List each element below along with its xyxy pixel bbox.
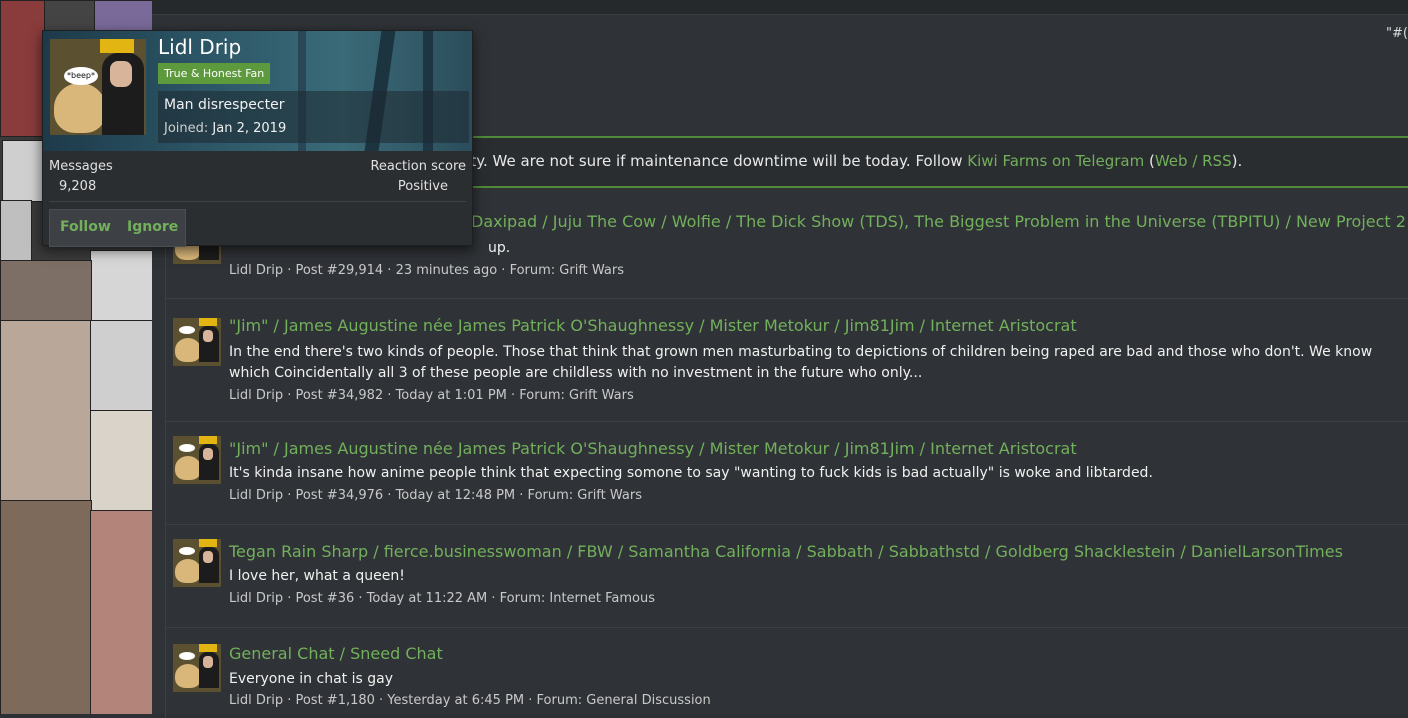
result-title-link[interactable]: "Jim" / James Augustine née James Patric…: [229, 439, 1077, 458]
notice-paren-close: ).: [1231, 152, 1243, 170]
result-meta: Lidl Drip · Post #1,180 · Yesterday at 6…: [229, 693, 711, 708]
follow-button[interactable]: Follow: [60, 219, 111, 235]
avatar[interactable]: [173, 539, 221, 587]
avatar[interactable]: [173, 644, 221, 692]
divider: [49, 201, 466, 202]
list-item: Tegan Rain Sharp / fierce.businesswoman …: [166, 525, 1408, 628]
result-snippet: It's kinda insane how anime people think…: [229, 465, 1153, 481]
result-snippet: In the end there's two kinds of people. …: [229, 344, 1373, 381]
result-snippet: up.: [488, 240, 511, 256]
notice-paren-open: (: [1144, 152, 1155, 170]
joined-label: Joined:: [164, 121, 209, 136]
list-item: General Chat / Sneed Chat Everyone in ch…: [166, 628, 1408, 718]
result-title-link[interactable]: General Chat / Sneed Chat: [229, 644, 443, 663]
result-title-link[interactable]: Tegan Rain Sharp / fierce.businesswoman …: [229, 542, 1343, 561]
reaction-score-value: Positive: [397, 179, 448, 194]
joined-date: Joined: Jan 2, 2019: [164, 121, 286, 136]
member-username[interactable]: Lidl Drip: [158, 35, 241, 59]
member-avatar[interactable]: *beep*: [50, 39, 146, 135]
list-item: "Jim" / James Augustine née James Patric…: [166, 299, 1408, 422]
member-tooltip: *beep* Lidl Drip True & Honest Fan Man d…: [42, 30, 473, 247]
messages-label: Messages: [49, 159, 113, 174]
joined-value: Jan 2, 2019: [212, 121, 287, 136]
telegram-link[interactable]: Kiwi Farms on Telegram: [967, 152, 1144, 170]
corner-text: "#(: [1386, 26, 1408, 41]
result-title-link[interactable]: Daxipad / Juju The Cow / Wolfie / The Di…: [471, 212, 1406, 231]
avatar[interactable]: [173, 318, 221, 366]
reaction-score-label: Reaction score: [370, 159, 466, 174]
result-snippet: Everyone in chat is gay: [229, 671, 393, 687]
member-actions: Follow Ignore: [49, 209, 186, 247]
ignore-button[interactable]: Ignore: [127, 219, 178, 235]
result-meta: Lidl Drip · Post #34,982 · Today at 1:01…: [229, 388, 634, 403]
avatar-speech-bubble: *beep*: [64, 67, 98, 85]
messages-value[interactable]: 9,208: [59, 179, 96, 194]
list-item: "Jim" / James Augustine née James Patric…: [166, 422, 1408, 525]
avatar[interactable]: [173, 436, 221, 484]
web-rss-link[interactable]: Web / RSS: [1155, 152, 1232, 170]
member-about-box: Man disrespecter Joined: Jan 2, 2019: [158, 91, 469, 143]
result-meta: Lidl Drip · Post #34,976 · Today at 12:4…: [229, 488, 642, 503]
result-meta: Lidl Drip · Post #29,914 · 23 minutes ag…: [229, 263, 625, 278]
user-title-badge: True & Honest Fan: [158, 63, 271, 84]
result-meta: Lidl Drip · Post #36 · Today at 11:22 AM…: [229, 591, 656, 606]
result-snippet: I love her, what a queen!: [229, 568, 405, 584]
top-bar: [152, 0, 1408, 15]
custom-title: Man disrespecter: [164, 97, 285, 113]
result-title-link[interactable]: "Jim" / James Augustine née James Patric…: [229, 316, 1077, 335]
search-results-list: Daxipad / Juju The Cow / Wolfie / The Di…: [165, 196, 1408, 718]
